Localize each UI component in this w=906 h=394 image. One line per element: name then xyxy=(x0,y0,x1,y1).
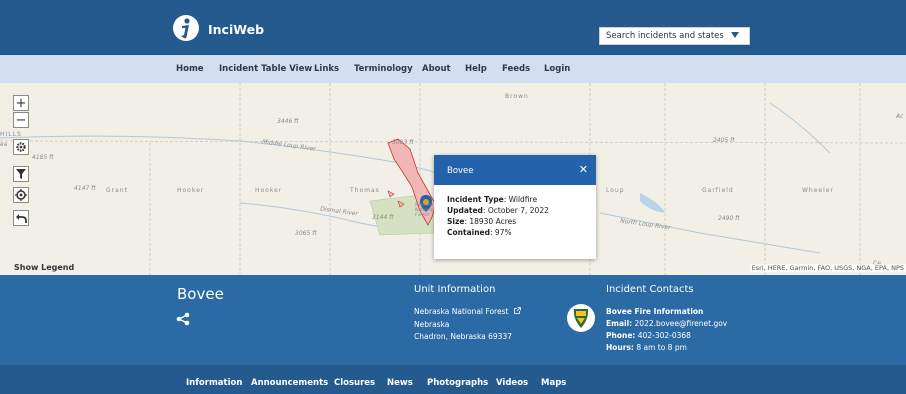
show-legend-button[interactable]: Show Legend xyxy=(14,263,74,272)
map-label-elev: 4147 ft xyxy=(74,185,96,192)
unit-name-link[interactable]: Nebraska National Forest xyxy=(414,307,521,316)
subnav-maps[interactable]: Maps xyxy=(541,378,566,388)
popup-header: Bovee ✕ xyxy=(434,155,596,185)
zoom-in-button[interactable]: + xyxy=(13,95,29,111)
nav-help[interactable]: Help xyxy=(465,64,487,74)
incident-title: Bovee xyxy=(177,285,224,303)
crosshair-icon xyxy=(15,189,27,201)
map-label-hooker: Hooker xyxy=(255,187,283,194)
nav-about[interactable]: About xyxy=(422,64,451,74)
map-label-elev: 2490 ft xyxy=(718,215,740,222)
map-label-loup: Loup xyxy=(606,187,625,194)
subnav-announcements[interactable]: Announcements xyxy=(251,378,328,388)
nav-terminology[interactable]: Terminology xyxy=(354,64,413,74)
search-incidents-select[interactable]: Search incidents and states xyxy=(599,27,750,45)
incident-contacts-heading: Incident Contacts xyxy=(606,284,694,295)
map-label-thomas: Thomas xyxy=(350,187,380,194)
map-label-elev: 4185 ft xyxy=(32,154,54,161)
locate-button[interactable] xyxy=(13,187,29,203)
contact-phone: Phone: 402-302-0368 xyxy=(606,331,691,340)
map-label-forest: Nebraska National Forest xyxy=(415,203,437,218)
unit-address: Chadron, Nebraska 69337 xyxy=(414,332,512,341)
main-nav: Home Incident Table View Links Terminolo… xyxy=(0,55,906,83)
map-attribution: Esri, HERE, Garmin, FAO, USGS, NGA, EPA,… xyxy=(749,264,906,272)
map-label-garfield: Garfield xyxy=(702,187,734,194)
map-label-grant: Grant xyxy=(106,187,128,194)
site-header: InciWeb Search incidents and states xyxy=(0,0,906,55)
forest-service-shield-icon xyxy=(567,304,595,332)
map-label-hills: HILLS xyxy=(0,131,22,138)
popup-contained: Contained: 97% xyxy=(447,228,512,237)
subnav-closures[interactable]: Closures xyxy=(334,378,375,388)
nav-login[interactable]: Login xyxy=(544,64,570,74)
reset-view-button[interactable] xyxy=(13,210,29,226)
incident-info-band: Bovee Unit Information Nebraska National… xyxy=(0,275,906,365)
email-link[interactable]: 2022.bovee@firenet.gov xyxy=(632,319,728,328)
map-label-elev: 3083 ft xyxy=(392,139,414,146)
map-label-elev: 3144 ft xyxy=(372,214,394,221)
map-label-brown: Brown xyxy=(505,93,529,100)
chevron-down-icon xyxy=(731,32,739,38)
undo-arrow-icon xyxy=(16,214,27,223)
settings-button[interactable] xyxy=(13,139,29,155)
filter-button[interactable] xyxy=(13,166,29,182)
nav-incident-table-view[interactable]: Incident Table View xyxy=(219,64,312,74)
popup-title: Bovee xyxy=(447,166,474,176)
map-label-wheeler: Wheeler xyxy=(802,187,834,194)
incident-popup: Bovee ✕ Incident Type: Wildfire Updated:… xyxy=(434,155,596,259)
search-placeholder: Search incidents and states xyxy=(606,31,724,41)
filter-icon xyxy=(16,169,26,179)
subnav-news[interactable]: News xyxy=(387,378,413,388)
nav-links[interactable]: Links xyxy=(314,64,339,74)
share-icon[interactable] xyxy=(176,312,190,326)
close-icon[interactable]: ✕ xyxy=(579,163,588,176)
map-label-elev: 3065 ft xyxy=(295,230,317,237)
inciweb-logo[interactable] xyxy=(173,15,199,41)
popup-incident-type: Incident Type: Wildfire xyxy=(447,195,538,204)
map-label-elev: 2405 ft xyxy=(713,137,735,144)
unit-state: Nebraska xyxy=(414,320,450,329)
zoom-out-button[interactable]: − xyxy=(13,112,29,128)
subnav-photographs[interactable]: Photographs xyxy=(427,378,488,388)
popup-updated: Updated: October 7, 2022 xyxy=(447,206,549,215)
unit-information-heading: Unit Information xyxy=(414,284,496,295)
logo-i-icon xyxy=(181,18,190,39)
nav-home[interactable]: Home xyxy=(176,64,204,74)
external-link-icon xyxy=(513,307,521,314)
map-label-hooker: Hooker xyxy=(177,187,205,194)
nav-feeds[interactable]: Feeds xyxy=(502,64,530,74)
subnav-videos[interactable]: Videos xyxy=(496,378,528,388)
contact-email: Email: 2022.bovee@firenet.gov xyxy=(606,319,728,328)
subnav-information[interactable]: Information xyxy=(186,378,242,388)
popup-size: Size: 18930 Acres xyxy=(447,217,517,226)
contact-hours: Hours: 8 am to 8 pm xyxy=(606,343,687,352)
contact-name: Bovee Fire Information xyxy=(606,307,704,316)
map-label-ac: Ac xyxy=(896,113,904,120)
brand-name[interactable]: InciWeb xyxy=(208,22,264,37)
map-label-elev: 3446 ft xyxy=(277,118,299,125)
popup-body: Incident Type: Wildfire Updated: October… xyxy=(434,185,596,238)
map-label-ea: ea xyxy=(0,141,8,148)
incident-subnav: Information Announcements Closures News … xyxy=(0,365,906,394)
gear-icon xyxy=(16,142,26,152)
